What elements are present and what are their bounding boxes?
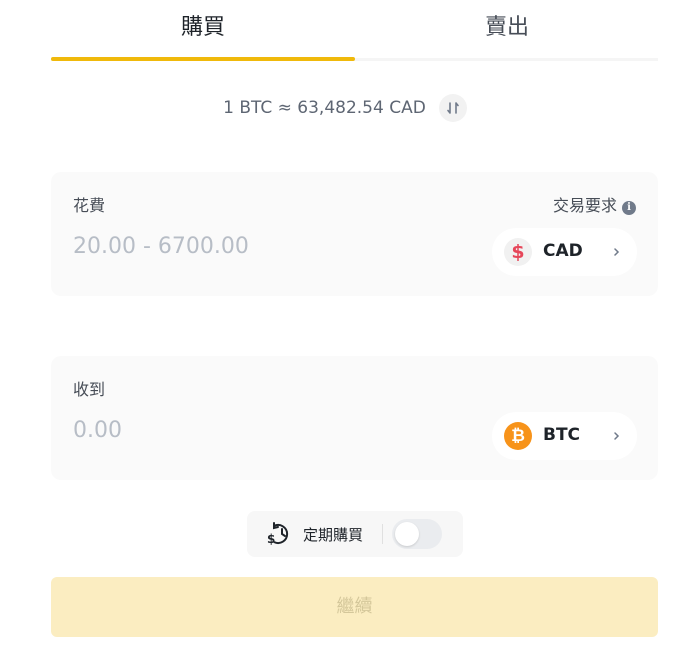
tab-buy[interactable]: 購買 xyxy=(51,0,355,62)
recurring-buy-label: 定期購買 xyxy=(303,526,364,544)
receive-panel: 收到 0.00 ₿ BTC xyxy=(51,356,658,480)
continue-button[interactable]: 繼續 xyxy=(51,577,658,637)
svg-text:$: $ xyxy=(267,532,275,546)
recurring-buy-control: $ 定期購買 xyxy=(247,511,463,557)
receive-currency-selector[interactable]: ₿ BTC xyxy=(492,412,637,460)
info-icon: i xyxy=(622,201,636,215)
chevron-right-icon xyxy=(614,432,620,440)
spend-label: 花費 xyxy=(73,196,106,215)
toggle-knob xyxy=(395,522,419,546)
recurring-buy-toggle[interactable] xyxy=(392,519,442,549)
bitcoin-icon: ₿ xyxy=(504,422,532,450)
spend-currency-selector[interactable]: $ CAD xyxy=(492,228,637,276)
receive-label: 收到 xyxy=(73,380,106,399)
trade-requirements-link[interactable]: 交易要求 i xyxy=(553,192,636,216)
spend-panel: 花費 交易要求 i 20.00 - 6700.00 $ CAD xyxy=(51,172,658,296)
spend-currency-code: CAD xyxy=(543,241,583,261)
recurring-dollar-clock-icon: $ xyxy=(267,522,289,546)
receive-amount-input[interactable]: 0.00 xyxy=(73,418,122,443)
swap-rate-button[interactable] xyxy=(438,94,467,122)
active-tab-indicator xyxy=(51,57,355,61)
receive-currency-code: BTC xyxy=(543,425,581,445)
tab-sell[interactable]: 賣出 xyxy=(355,0,659,62)
swap-arrows-icon xyxy=(447,102,459,114)
dollar-sign-icon: $ xyxy=(504,238,532,266)
exchange-rate-text: 1 BTC ≈ 63,482.54 CAD xyxy=(223,98,426,118)
trade-tabs: 購買 賣出 xyxy=(51,0,658,62)
recurring-separator xyxy=(382,524,383,544)
trade-requirements-label: 交易要求 xyxy=(552,196,617,215)
chevron-right-icon xyxy=(614,248,620,256)
spend-amount-input[interactable]: 20.00 - 6700.00 xyxy=(73,234,249,259)
exchange-rate: 1 BTC ≈ 63,482.54 CAD xyxy=(0,92,690,124)
